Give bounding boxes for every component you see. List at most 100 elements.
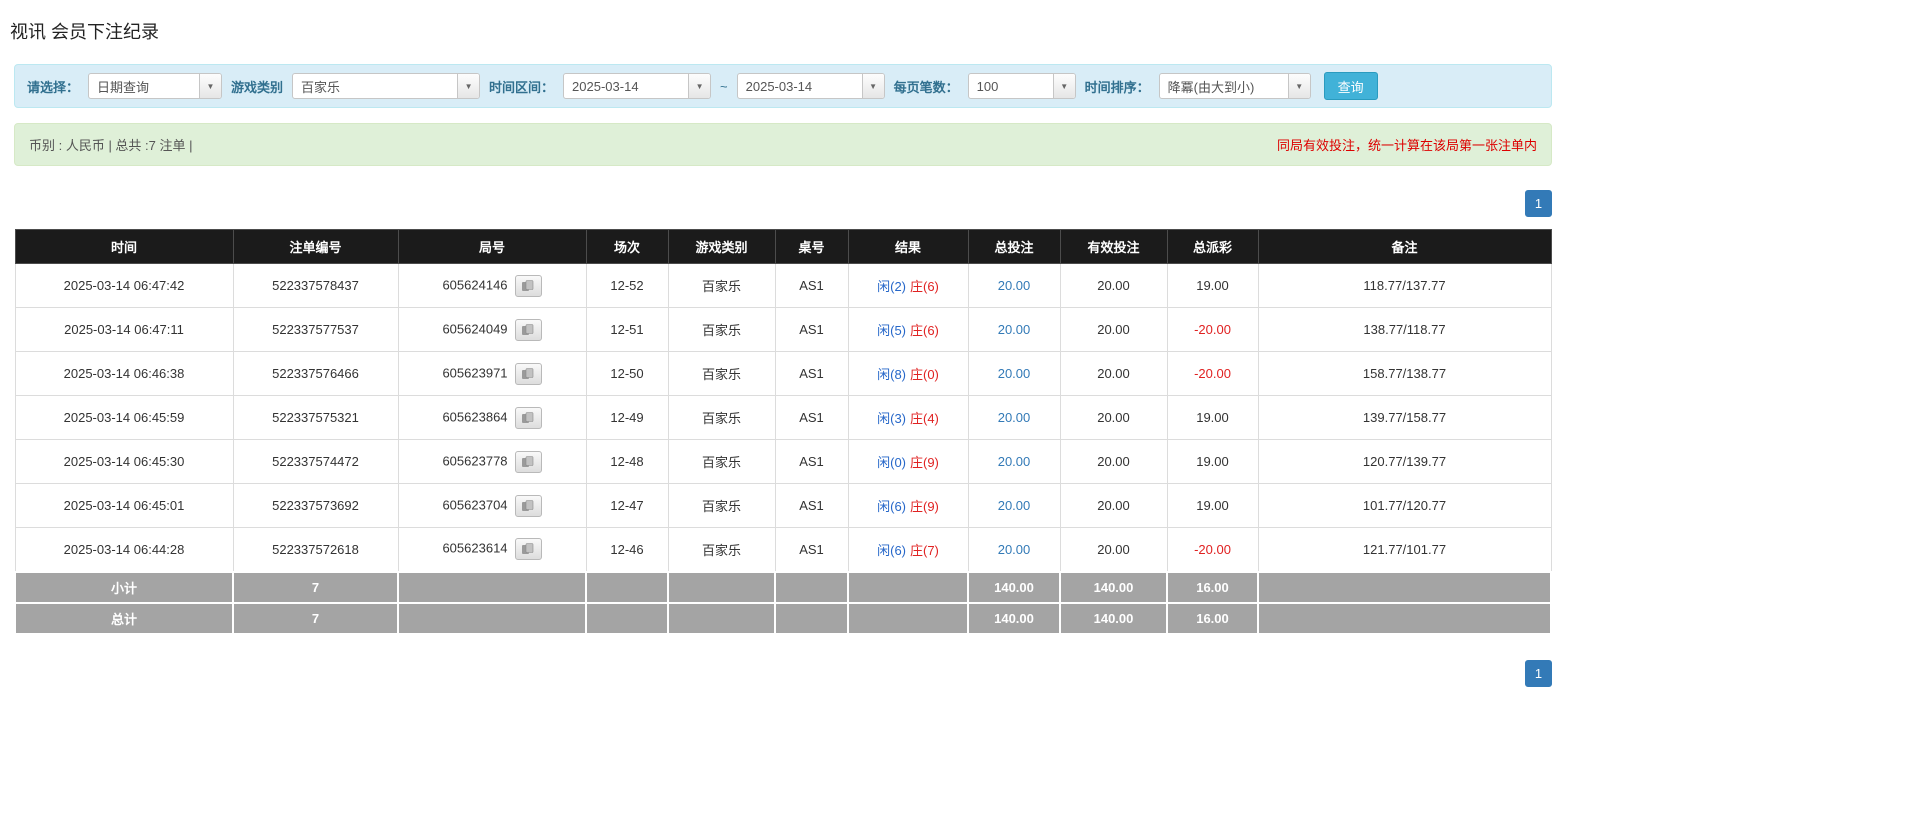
view-cards-button[interactable] — [515, 363, 542, 385]
chevron-down-icon[interactable]: ▼ — [457, 74, 479, 98]
cell-game: 百家乐 — [668, 308, 775, 352]
header-bet-id: 注单编号 — [233, 230, 398, 264]
chevron-down-icon[interactable]: ▼ — [688, 74, 710, 98]
view-cards-button[interactable] — [515, 451, 542, 473]
table-row: 2025-03-14 06:45:01 522337573692 6056237… — [15, 484, 1551, 528]
table-row: 2025-03-14 06:47:11 522337577537 6056240… — [15, 308, 1551, 352]
subtotal-total-bet: 140.00 — [968, 572, 1060, 603]
header-result: 结果 — [848, 230, 968, 264]
cell-time: 2025-03-14 06:46:38 — [15, 352, 233, 396]
cards-icon — [521, 500, 535, 512]
page-button-1[interactable]: 1 — [1525, 660, 1552, 687]
page-size-label: 每页笔数： — [894, 77, 959, 96]
total-row: 总计 7 140.00 140.00 16.00 — [15, 603, 1551, 634]
chevron-down-icon[interactable]: ▼ — [862, 74, 884, 98]
cell-payout: 19.00 — [1167, 264, 1258, 308]
cards-icon — [521, 324, 535, 336]
result-banker: 庄(9) — [910, 455, 939, 470]
query-type-value: 日期查询 — [89, 74, 199, 98]
round-id-text: 605624146 — [442, 277, 507, 292]
cell-time: 2025-03-14 06:45:59 — [15, 396, 233, 440]
header-remark: 备注 — [1258, 230, 1551, 264]
empty-cell — [398, 572, 586, 603]
total-bet-link[interactable]: 20.00 — [998, 278, 1031, 293]
result-player: 闲(6) — [877, 543, 906, 558]
total-count: 7 — [233, 603, 398, 634]
total-bet-link[interactable]: 20.00 — [998, 498, 1031, 513]
date-range-label: 时间区间： — [489, 77, 554, 96]
table-row: 2025-03-14 06:45:59 522337575321 6056238… — [15, 396, 1551, 440]
date-to-select[interactable]: 2025-03-14 ▼ — [737, 73, 885, 99]
cell-round-id: 605623614 — [398, 528, 586, 572]
total-bet-link[interactable]: 20.00 — [998, 366, 1031, 381]
cards-icon — [521, 368, 535, 380]
game-type-select[interactable]: 百家乐 ▼ — [292, 73, 480, 99]
round-id-text: 605623864 — [442, 409, 507, 424]
cell-session: 12-52 — [586, 264, 668, 308]
header-table-no: 桌号 — [775, 230, 848, 264]
chevron-down-icon[interactable]: ▼ — [1288, 74, 1310, 98]
cell-remark: 121.77/101.77 — [1258, 528, 1551, 572]
round-id-text: 605624049 — [442, 321, 507, 336]
cell-round-id: 605623971 — [398, 352, 586, 396]
info-bar: 币别 : 人民币 | 总共 :7 注单 | 同局有效投注，统一计算在该局第一张注… — [14, 123, 1552, 166]
cell-bet-id: 522337576466 — [233, 352, 398, 396]
view-cards-button[interactable] — [515, 319, 542, 341]
date-separator: ~ — [720, 79, 728, 94]
header-game-type: 游戏类别 — [668, 230, 775, 264]
chevron-down-icon[interactable]: ▼ — [199, 74, 221, 98]
cell-payout: 19.00 — [1167, 484, 1258, 528]
round-id-text: 605623971 — [442, 365, 507, 380]
empty-cell — [775, 572, 848, 603]
sort-select[interactable]: 降冪(由大到小) ▼ — [1159, 73, 1311, 99]
result-banker: 庄(9) — [910, 499, 939, 514]
cell-game: 百家乐 — [668, 440, 775, 484]
page-button-1[interactable]: 1 — [1525, 190, 1552, 217]
cell-remark: 118.77/137.77 — [1258, 264, 1551, 308]
cell-table-no: AS1 — [775, 264, 848, 308]
page-size-select[interactable]: 100 ▼ — [968, 73, 1076, 99]
view-cards-button[interactable] — [515, 495, 542, 517]
total-bet-link[interactable]: 20.00 — [998, 322, 1031, 337]
total-bet-link[interactable]: 20.00 — [998, 454, 1031, 469]
cell-result: 闲(6)庄(9) — [848, 484, 968, 528]
cell-table-no: AS1 — [775, 396, 848, 440]
cell-bet-id: 522337574472 — [233, 440, 398, 484]
cell-time: 2025-03-14 06:44:28 — [15, 528, 233, 572]
view-cards-button[interactable] — [515, 275, 542, 297]
result-banker: 庄(7) — [910, 543, 939, 558]
total-payout: 16.00 — [1167, 603, 1258, 634]
cell-bet-id: 522337575321 — [233, 396, 398, 440]
empty-cell — [1258, 603, 1551, 634]
cell-payout: 19.00 — [1167, 440, 1258, 484]
result-banker: 庄(6) — [910, 323, 939, 338]
subtotal-row: 小计 7 140.00 140.00 16.00 — [15, 572, 1551, 603]
cell-bet-id: 522337578437 — [233, 264, 398, 308]
cell-game: 百家乐 — [668, 528, 775, 572]
total-bet-link[interactable]: 20.00 — [998, 542, 1031, 557]
empty-cell — [775, 603, 848, 634]
subtotal-label: 小计 — [15, 572, 233, 603]
empty-cell — [668, 572, 775, 603]
date-from-select[interactable]: 2025-03-14 ▼ — [563, 73, 711, 99]
cell-session: 12-49 — [586, 396, 668, 440]
cell-game: 百家乐 — [668, 396, 775, 440]
search-button[interactable]: 查询 — [1324, 72, 1378, 100]
cell-valid-bet: 20.00 — [1060, 484, 1167, 528]
cell-result: 闲(3)庄(4) — [848, 396, 968, 440]
cell-game: 百家乐 — [668, 264, 775, 308]
header-round-id: 局号 — [398, 230, 586, 264]
cell-result: 闲(0)庄(9) — [848, 440, 968, 484]
cell-bet-id: 522337577537 — [233, 308, 398, 352]
subtotal-payout: 16.00 — [1167, 572, 1258, 603]
cards-icon — [521, 280, 535, 292]
view-cards-button[interactable] — [515, 407, 542, 429]
date-from-value: 2025-03-14 — [564, 74, 688, 98]
chevron-down-icon[interactable]: ▼ — [1053, 74, 1075, 98]
cell-round-id: 605623778 — [398, 440, 586, 484]
query-type-select[interactable]: 日期查询 ▼ — [88, 73, 222, 99]
total-valid-bet: 140.00 — [1060, 603, 1167, 634]
total-bet-link[interactable]: 20.00 — [998, 410, 1031, 425]
cell-round-id: 605624146 — [398, 264, 586, 308]
view-cards-button[interactable] — [515, 538, 542, 560]
